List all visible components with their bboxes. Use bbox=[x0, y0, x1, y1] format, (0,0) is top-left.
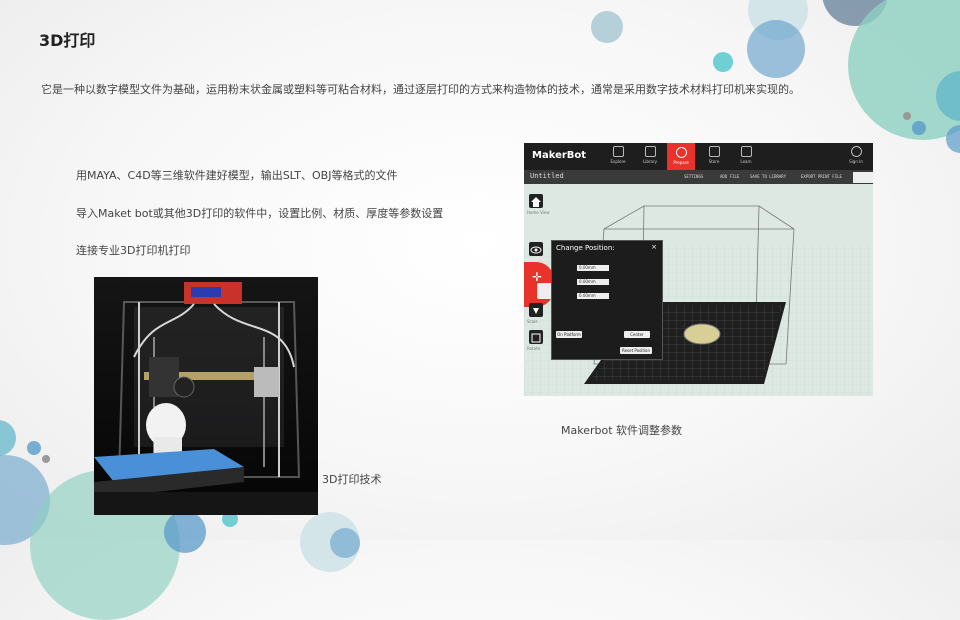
makerbot-screenshot: MakerBot Explore Library Prepare Store L… bbox=[524, 143, 873, 396]
scale-icon bbox=[533, 308, 539, 314]
decor-circle bbox=[903, 112, 911, 120]
user-icon bbox=[850, 146, 862, 157]
decor-circle bbox=[27, 441, 41, 455]
nav-label: Library bbox=[643, 159, 657, 164]
position-z-field[interactable]: 0.00mm bbox=[577, 293, 609, 299]
nav-library[interactable]: Library bbox=[636, 146, 664, 168]
decor-circle bbox=[591, 11, 623, 43]
scale-label: Scale bbox=[527, 319, 538, 324]
sign-in-button[interactable]: Sign In bbox=[842, 146, 870, 168]
prepare-icon bbox=[675, 147, 687, 158]
dialog-title: Change Position: bbox=[556, 244, 615, 252]
decor-circle bbox=[747, 20, 805, 78]
nav-prepare[interactable]: Prepare bbox=[667, 143, 695, 170]
on-platform-button[interactable]: On Platform bbox=[556, 331, 582, 338]
file-name: Untitled bbox=[530, 172, 564, 180]
printer-illustration bbox=[94, 277, 318, 515]
printer-photo bbox=[94, 277, 318, 515]
learn-icon bbox=[740, 146, 752, 157]
filebar-end bbox=[853, 172, 873, 183]
eye-icon bbox=[530, 246, 542, 254]
home-view-label: Home View bbox=[527, 210, 550, 215]
change-position-dialog: Change Position: × 0.00mm 0.00mm 0.00mm … bbox=[551, 240, 663, 360]
save-to-library-action[interactable]: SAVE TO LIBRARY bbox=[750, 174, 786, 179]
rotate-icon bbox=[531, 333, 541, 343]
nav-label: Explore bbox=[610, 159, 626, 164]
step-3: 连接专业3D打印机打印 bbox=[76, 244, 191, 257]
explore-icon bbox=[612, 146, 624, 157]
rotate-label: Rotate bbox=[527, 346, 541, 351]
decor-circle bbox=[42, 455, 50, 463]
screenshot-caption: Makerbot 软件调整参数 bbox=[561, 424, 683, 437]
export-print-file-action[interactable]: EXPORT PRINT FILE bbox=[801, 174, 842, 179]
dialog-close-button[interactable]: × bbox=[651, 243, 657, 251]
slide-title: 3D打印 bbox=[39, 31, 96, 50]
photo-caption: 3D打印技术 bbox=[322, 473, 382, 486]
slide-description: 它是一种以数字模型文件为基础，运用粉末状金属或塑料等可粘合材料，通过逐层打印的方… bbox=[41, 83, 800, 96]
rotate-button[interactable] bbox=[529, 330, 543, 344]
store-icon bbox=[708, 146, 720, 157]
position-y-field[interactable]: 0.00mm bbox=[577, 279, 609, 285]
nav-learn[interactable]: Learn bbox=[732, 146, 760, 168]
decor-circle bbox=[713, 52, 733, 72]
decor-circle bbox=[164, 511, 206, 553]
add-file-action[interactable]: ADD FILE bbox=[720, 174, 739, 179]
move-icon: ✛ bbox=[531, 270, 543, 284]
center-button[interactable]: Center bbox=[624, 331, 650, 338]
nav-explore[interactable]: Explore bbox=[604, 146, 632, 168]
decor-circle bbox=[330, 528, 360, 558]
reset-position-button[interactable]: Reset Position bbox=[620, 347, 652, 354]
nav-label: Store bbox=[708, 159, 720, 164]
scale-button[interactable] bbox=[529, 303, 543, 317]
library-icon bbox=[644, 146, 656, 157]
decor-circle bbox=[912, 121, 926, 135]
home-icon bbox=[531, 197, 541, 207]
nav-label: Prepare bbox=[673, 160, 689, 165]
settings-action[interactable]: SETTINGS bbox=[684, 174, 703, 179]
makerbot-logo: MakerBot bbox=[532, 150, 587, 161]
step-1: 用MAYA、C4D等三维软件建好模型，输出SLT、OBJ等格式的文件 bbox=[76, 169, 398, 182]
home-view-button[interactable] bbox=[529, 194, 543, 208]
step-2: 导入Maket bot或其他3D打印的软件中，设置比例、材质、厚度等参数设置 bbox=[76, 207, 444, 220]
sign-in-label: Sign In bbox=[849, 159, 863, 164]
view-button[interactable] bbox=[529, 242, 543, 256]
decor-circle bbox=[0, 420, 16, 456]
position-x-field[interactable]: 0.00mm bbox=[577, 265, 609, 271]
nav-store[interactable]: Store bbox=[700, 146, 728, 168]
nav-label: Learn bbox=[740, 159, 752, 164]
